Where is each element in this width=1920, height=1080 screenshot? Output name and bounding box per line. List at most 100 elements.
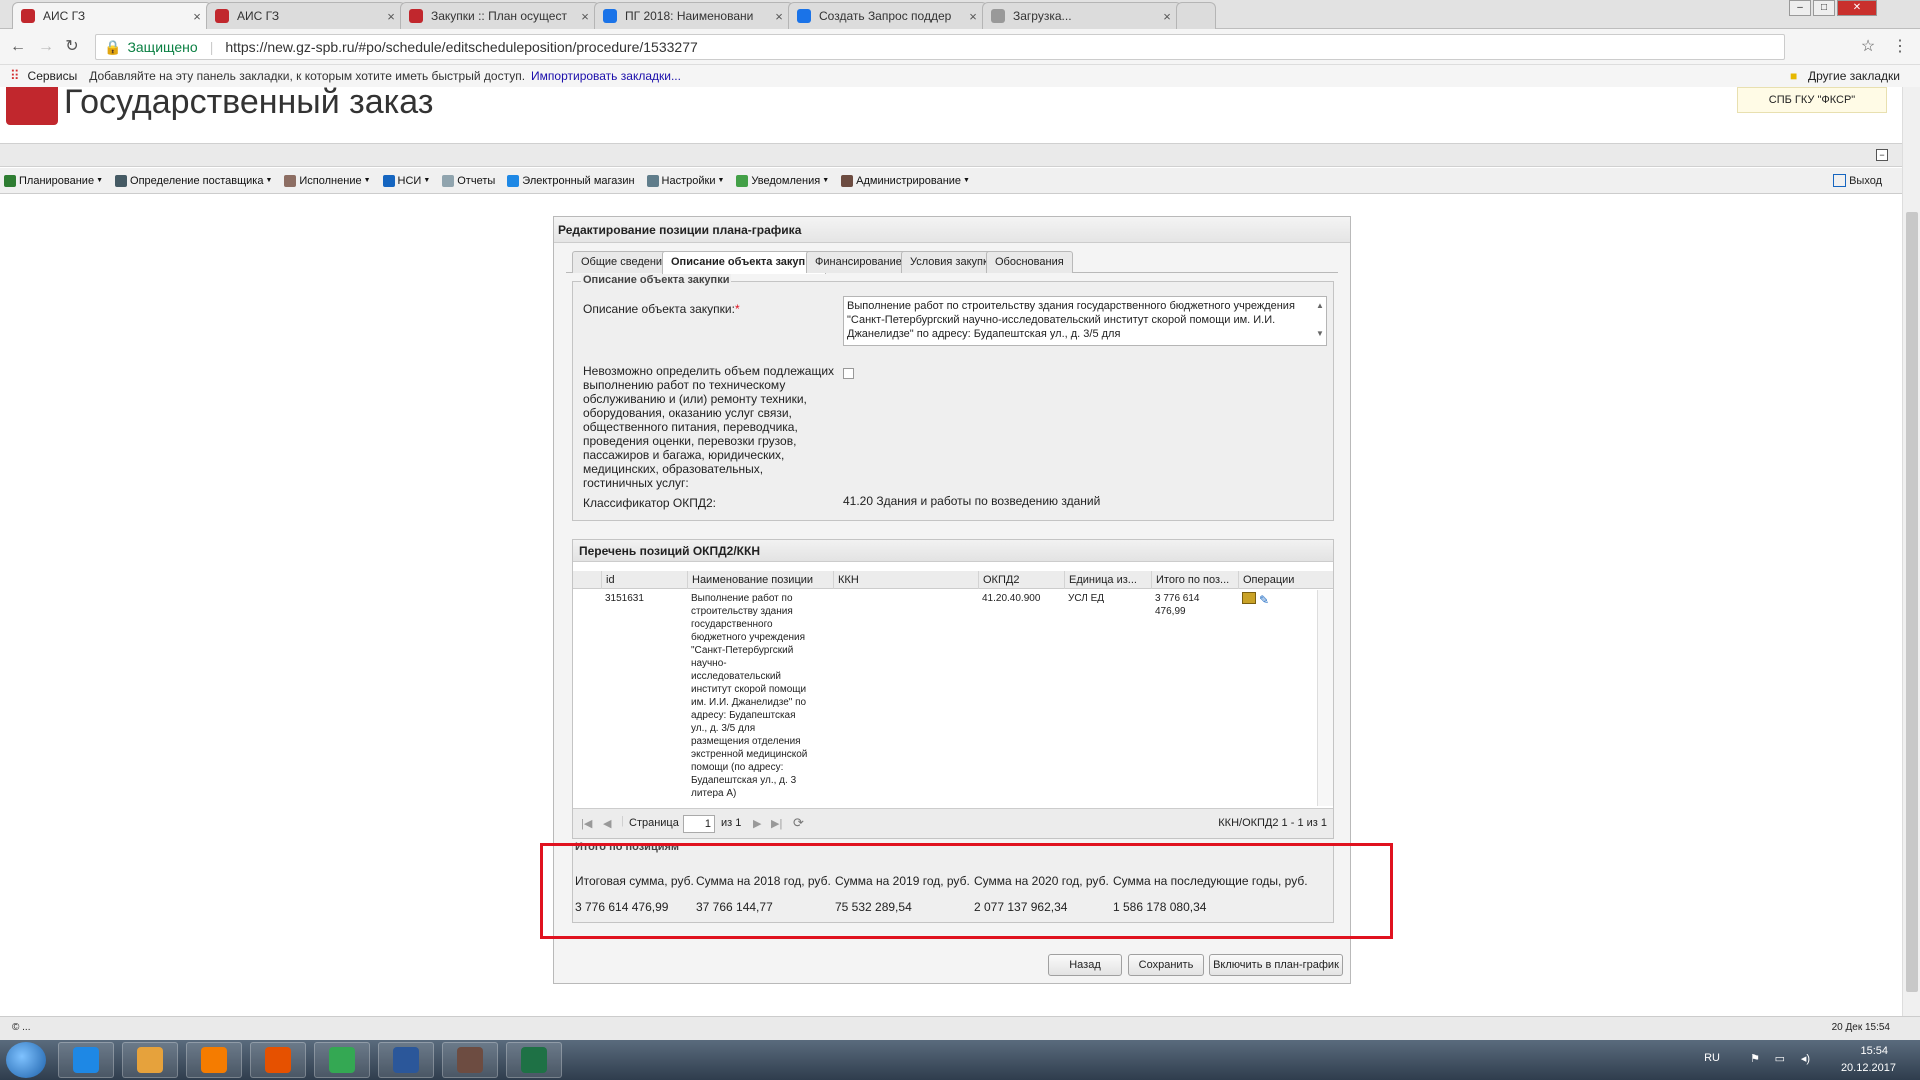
grid-scrollbar[interactable]: [1317, 590, 1333, 806]
menu-item-icon: [736, 174, 749, 187]
reload-icon[interactable]: ↻: [62, 37, 82, 57]
clock-time[interactable]: 15:54: [1860, 1045, 1888, 1057]
minimize-window-button[interactable]: –: [1789, 0, 1811, 16]
menu-item[interactable]: Исполнение ▼: [280, 174, 371, 187]
description-textarea[interactable]: Выполнение работ по строительству здания…: [843, 296, 1327, 346]
bookmark-star-icon[interactable]: ☆: [1858, 37, 1878, 57]
page-scrollbar[interactable]: [1902, 87, 1920, 1017]
new-tab-button[interactable]: [1176, 2, 1216, 29]
include-in-schedule-button[interactable]: Включить в план-график: [1209, 954, 1343, 976]
scrollbar-thumb[interactable]: [1906, 212, 1918, 992]
col-operations: Операции: [1238, 571, 1328, 589]
browser-tab[interactable]: АИС ГЗ ×: [206, 2, 406, 29]
maximize-window-button[interactable]: □: [1813, 0, 1835, 16]
import-bookmarks-link[interactable]: Импортировать закладки...: [531, 69, 681, 83]
taskbar-app-button[interactable]: [378, 1042, 434, 1078]
logout-label: Выход: [1849, 174, 1882, 187]
taskbar-app-button[interactable]: [506, 1042, 562, 1078]
row-name-line: Будапештская ул., д. 3: [691, 775, 797, 786]
panel-tab[interactable]: Обоснования: [986, 251, 1073, 273]
menu-item[interactable]: Отчеты: [438, 174, 495, 187]
apps-icon[interactable]: ⠿: [10, 68, 20, 84]
taskbar-app-button[interactable]: [122, 1042, 178, 1078]
language-indicator[interactable]: RU: [1704, 1052, 1720, 1064]
refresh-icon[interactable]: ⟳: [793, 815, 804, 831]
table-row[interactable]: 3151631 Выполнение работ по строительству…: [573, 590, 1317, 806]
menu-item[interactable]: Настройки ▼: [643, 174, 724, 187]
row-name-line: ул., д. 3/5 для: [691, 723, 756, 734]
next-page-icon[interactable]: ▶: [753, 817, 761, 830]
back-icon[interactable]: ←: [8, 37, 28, 57]
volume-label-line: Невозможно определить объем подлежащих: [583, 364, 835, 378]
tab-close-icon[interactable]: ×: [773, 9, 785, 24]
taskbar-app-button[interactable]: [58, 1042, 114, 1078]
tab-close-icon[interactable]: ×: [1161, 9, 1173, 24]
page-input[interactable]: 1: [683, 815, 715, 833]
separator: |: [209, 39, 214, 55]
windows-taskbar: RU ⚑ ▭ ◂) 15:54 20.12.2017: [0, 1040, 1920, 1080]
tab-close-icon[interactable]: ×: [385, 9, 397, 24]
col-total[interactable]: Итого по поз...: [1151, 571, 1238, 589]
textarea-scrollbar[interactable]: ▲ ▼: [1315, 299, 1325, 343]
volume-undetermined-checkbox[interactable]: [843, 368, 854, 379]
volume-label-line: пассажиров и багажа, юридических,: [583, 448, 785, 462]
taskbar-app-button[interactable]: [186, 1042, 242, 1078]
browser-tab[interactable]: Создать Запрос поддер ×: [788, 2, 988, 29]
chevron-down-icon: ▼: [963, 177, 970, 184]
menu-icon[interactable]: ⋮: [1890, 37, 1910, 57]
col-name[interactable]: Наименование позиции: [687, 571, 833, 589]
other-bookmarks[interactable]: Другие закладки: [1808, 69, 1900, 83]
taskbar-app-button[interactable]: [442, 1042, 498, 1078]
app-icon: [457, 1047, 483, 1073]
close-window-button[interactable]: ✕: [1837, 0, 1877, 16]
menu-item[interactable]: Электронный магазин: [503, 174, 635, 187]
panel-tab[interactable]: Финансирование: [806, 251, 911, 273]
tab-favicon-icon: [991, 9, 1005, 23]
panel-tab[interactable]: Описание объекта закупки: [662, 251, 827, 274]
menu-item[interactable]: Определение поставщика ▼: [111, 174, 272, 187]
back-button[interactable]: Назад: [1048, 954, 1122, 976]
browser-tab[interactable]: Закупки :: План осущест ×: [400, 2, 600, 29]
chevron-down-icon: ▼: [822, 177, 830, 184]
logout-button[interactable]: Выход: [1833, 174, 1882, 187]
menu-item[interactable]: НСИ ▼: [379, 174, 431, 187]
apps-link[interactable]: Сервисы: [28, 69, 78, 83]
start-button[interactable]: [6, 1042, 46, 1078]
row-total-line: 3 776 614: [1155, 593, 1200, 604]
chevron-down-icon: ▼: [423, 177, 431, 184]
row-okpd: 41.20.40.900: [982, 593, 1041, 604]
menu-item[interactable]: Планирование ▼: [0, 174, 103, 187]
tab-close-icon[interactable]: ×: [579, 9, 591, 24]
forward-icon[interactable]: →: [36, 37, 56, 57]
view-icon[interactable]: [1242, 592, 1256, 604]
address-bar[interactable]: 🔒 Защищено | https://new.gz-spb.ru/#po/s…: [95, 34, 1785, 60]
menu-item[interactable]: Администрирование ▼: [837, 174, 970, 187]
flag-icon[interactable]: ⚑: [1750, 1052, 1760, 1065]
browser-tab[interactable]: Загрузка... ×: [982, 2, 1182, 29]
col-kkn[interactable]: ККН: [833, 571, 978, 589]
save-button[interactable]: Сохранить: [1128, 954, 1204, 976]
browser-tab-strip: АИС ГЗ × АИС ГЗ × Закупки :: План осущест × ПГ…: [0, 0, 1920, 29]
col-unit[interactable]: Единица из...: [1064, 571, 1151, 589]
browser-tab[interactable]: ПГ 2018: Наименовани ×: [594, 2, 794, 29]
edit-icon[interactable]: ✎: [1259, 594, 1269, 607]
collapse-icon[interactable]: −: [1876, 149, 1888, 161]
col-id[interactable]: id: [601, 571, 687, 589]
browser-tab[interactable]: АИС ГЗ ×: [12, 2, 212, 29]
tab-favicon-icon: [797, 9, 811, 23]
menu-item-label: Определение поставщика: [130, 174, 264, 187]
tab-close-icon[interactable]: ×: [191, 9, 203, 24]
tab-close-icon[interactable]: ×: [967, 9, 979, 24]
row-id: 3151631: [605, 593, 644, 604]
last-page-icon[interactable]: ▶|: [771, 817, 782, 830]
taskbar-app-button[interactable]: [250, 1042, 306, 1078]
taskbar-app-button[interactable]: [314, 1042, 370, 1078]
tab-label: АИС ГЗ: [237, 9, 280, 23]
prev-page-icon[interactable]: ◀: [603, 817, 611, 830]
first-page-icon[interactable]: |◀: [581, 817, 592, 830]
menu-item[interactable]: Уведомления ▼: [732, 174, 830, 187]
network-icon[interactable]: ▭: [1775, 1052, 1785, 1065]
col-okpd[interactable]: ОКПД2: [978, 571, 1064, 589]
clock-date[interactable]: 20.12.2017: [1841, 1062, 1896, 1074]
volume-icon[interactable]: ◂): [1801, 1052, 1810, 1065]
